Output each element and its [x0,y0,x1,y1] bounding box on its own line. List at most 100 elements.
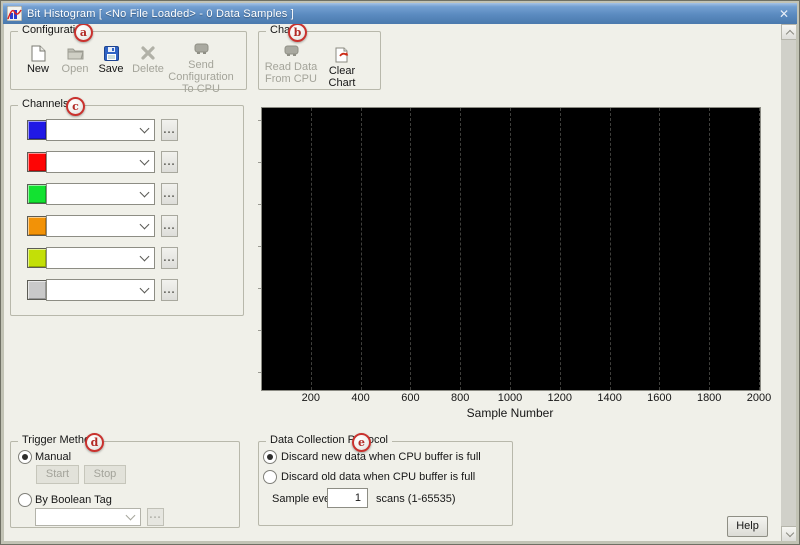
chart-gridline [460,108,462,390]
channel-tag-combobox[interactable] [46,119,155,141]
y-axis-minor-tick [258,246,261,247]
vertical-scrollbar[interactable] [781,24,798,542]
channel-browse-button[interactable]: ... [161,247,178,269]
x-axis-tick-label: 600 [401,392,420,404]
channel-tag-combobox[interactable] [46,279,155,301]
x-axis-tick-label: 1600 [647,392,672,404]
chart-gridline [609,108,611,390]
y-axis-minor-tick [258,288,261,289]
channel-row: ... [0,215,244,237]
channel-tag-combobox[interactable] [46,247,155,269]
x-axis-tick-label: 1000 [497,392,523,404]
channel-browse-button[interactable]: ... [161,279,178,301]
new-document-icon [20,44,56,62]
chevron-down-icon [125,510,136,521]
chevron-up-icon [785,29,794,38]
channel-row: ... [0,151,244,173]
manual-radio-label: Manual [35,451,72,463]
y-axis-minor-tick [258,162,261,163]
channel-browse-button[interactable]: ... [161,215,178,237]
chevron-down-icon [139,219,150,230]
boolean-tag-browse-button[interactable]: ... [147,508,164,526]
delete-x-icon [130,44,166,62]
chevron-down-icon [139,251,150,262]
close-icon[interactable]: ✕ [775,6,793,21]
by-boolean-tag-radio-label: By Boolean Tag [35,494,112,506]
send-configuration-to-cpu-button[interactable]: Send Configuration To CPU [164,40,238,95]
delete-button[interactable]: Delete [130,44,166,75]
sample-scans-input[interactable] [327,488,368,508]
window-title: Bit Histogram [ <No File Loaded> - 0 Dat… [27,7,294,20]
channel-color-swatch[interactable] [27,184,47,204]
chevron-down-icon [139,187,150,198]
annotation-d: d [85,433,104,452]
annotation-b: b [288,23,307,42]
open-folder-icon [57,44,93,62]
chart-gridline [360,108,362,390]
x-axis-tick-label: 200 [301,392,320,404]
annotation-e: e [352,433,371,452]
channel-tag-combobox[interactable] [46,183,155,205]
chart-gridline [410,108,412,390]
boolean-tag-combobox[interactable] [35,508,141,526]
channel-browse-button[interactable]: ... [161,151,178,173]
channel-color-swatch[interactable] [27,216,47,236]
x-axis-tick-label: 2000 [746,392,772,404]
discard-old-data-radio-label: Discard old data when CPU buffer is full [281,471,476,483]
channel-browse-button[interactable]: ... [161,119,178,141]
open-button[interactable]: Open [57,44,93,75]
help-button[interactable]: Help [727,516,768,537]
annotation-c: c [66,97,85,116]
save-floppy-icon [93,44,129,62]
channel-color-swatch[interactable] [27,152,47,172]
y-axis-minor-tick [258,372,261,373]
chart-plot-area[interactable] [261,107,761,391]
start-button[interactable]: Start [36,465,79,484]
new-button[interactable]: New [20,44,56,75]
chart-gridline [659,108,661,390]
channel-browse-button[interactable]: ... [161,183,178,205]
discard-new-data-radio-label: Discard new data when CPU buffer is full [281,451,481,463]
y-axis-minor-tick [258,330,261,331]
chevron-down-icon [139,123,150,134]
chevron-down-icon [139,155,150,166]
scroll-down-button[interactable] [781,526,798,542]
channel-row: ... [0,119,244,141]
read-from-cpu-icon [262,42,320,60]
clear-chart-button[interactable]: Clear Chart [314,46,370,89]
channel-color-swatch[interactable] [27,120,47,140]
y-axis-minor-tick [258,204,261,205]
scroll-up-button[interactable] [781,24,798,40]
x-axis-tick-label: 1400 [597,392,622,404]
chart-gridline [559,108,561,390]
channel-color-swatch[interactable] [27,280,47,300]
manual-radio[interactable] [18,450,32,464]
stop-button[interactable]: Stop [84,465,126,484]
x-axis-tick-label: 1800 [696,392,722,404]
channel-tag-combobox[interactable] [46,215,155,237]
chart-gridline [510,108,511,390]
chart-gridline [709,108,711,390]
channel-tag-combobox[interactable] [46,151,155,173]
chevron-down-icon [139,283,150,294]
x-axis-title: Sample Number [466,406,554,420]
chevron-down-icon [785,528,794,538]
title-bar[interactable]: Bit Histogram [ <No File Loaded> - 0 Dat… [3,3,797,24]
scans-range-label: scans (1-65535) [376,493,456,505]
by-boolean-tag-radio[interactable] [18,493,32,507]
discard-old-data-radio[interactable] [263,470,277,484]
channel-row: ... [0,279,244,301]
x-axis-tick-label: 800 [451,392,470,404]
channel-color-swatch[interactable] [27,248,47,268]
channel-row: ... [0,247,244,269]
read-data-from-cpu-button[interactable]: Read Data From CPU [262,42,320,85]
data-collection-protocol-group-label: Data Collection Protocol [266,434,393,446]
discard-new-data-radio[interactable] [263,450,277,464]
x-axis-tick-label: 400 [351,392,370,404]
channel-row: ... [0,183,244,205]
chart-gridline [759,108,760,390]
app-histogram-icon [7,6,22,21]
annotation-a: a [74,23,93,42]
send-to-cpu-icon [164,40,238,58]
save-button[interactable]: Save [93,44,129,75]
